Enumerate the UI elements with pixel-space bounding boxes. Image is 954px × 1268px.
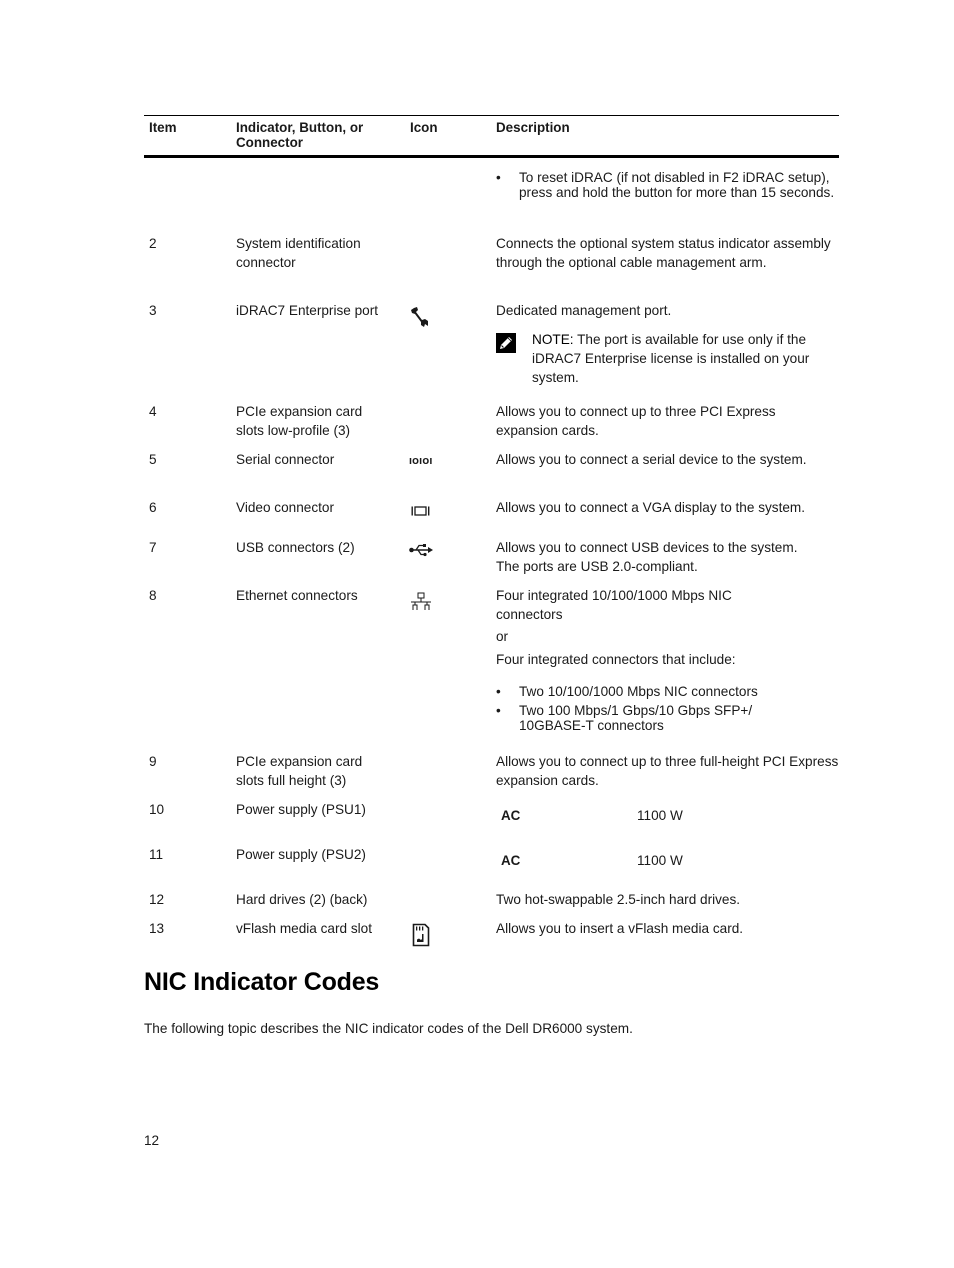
bullet-item: Two 100 Mbps/1 Gbps/10 Gbps SFP+/ 10GBAS… bbox=[496, 703, 769, 733]
row-description: Connects the optional system status indi… bbox=[496, 236, 831, 270]
sd-card-icon bbox=[412, 923, 430, 947]
document-page: Item Indicator, Button, or Connector Ico… bbox=[0, 0, 954, 1268]
row-item-number: 9 bbox=[149, 754, 157, 769]
usb-icon bbox=[409, 544, 433, 557]
section-body: The following topic describes the NIC in… bbox=[144, 1021, 633, 1036]
row-name: PCIe expansion card slots full height (3… bbox=[236, 754, 363, 788]
psu-wattage: 1100 W bbox=[637, 808, 683, 823]
row-item-number: 2 bbox=[149, 236, 157, 251]
row-description: Allows you to connect USB devices to the… bbox=[496, 538, 846, 576]
row-item-number: 8 bbox=[149, 588, 157, 603]
row-description: Dedicated management port. bbox=[496, 303, 672, 318]
serial-icon: IOIOI bbox=[409, 457, 433, 466]
page-number: 12 bbox=[144, 1133, 160, 1148]
row-name: Power supply (PSU1) bbox=[236, 802, 366, 817]
row-name: vFlash media card slot bbox=[236, 921, 372, 936]
row-name: USB connectors (2) bbox=[236, 540, 355, 555]
row-description-or: or bbox=[496, 629, 509, 644]
row-item-number: 5 bbox=[149, 452, 157, 467]
header-description: Description bbox=[496, 120, 570, 135]
row-item-number: 4 bbox=[149, 404, 157, 419]
row-description: Four integrated 10/100/1000 Mbps NIC con… bbox=[496, 588, 732, 622]
note-callout: NOTE: The port is available for use only… bbox=[496, 330, 841, 390]
wrench-icon bbox=[411, 307, 428, 327]
row-description: Four integrated connectors that include: bbox=[496, 652, 736, 667]
section-title: NIC Indicator Codes bbox=[144, 968, 380, 996]
note-label: NOTE: bbox=[532, 332, 574, 347]
row-name: Serial connector bbox=[236, 452, 335, 467]
row-item-number: 3 bbox=[149, 303, 157, 318]
header-icon: Icon bbox=[410, 120, 438, 135]
psu-wattage: 1100 W bbox=[637, 853, 683, 868]
note-body: The port is available for use only if th… bbox=[532, 332, 810, 385]
row-item-number: 6 bbox=[149, 500, 157, 515]
ethernet-icon bbox=[411, 592, 431, 610]
psu-type: AC bbox=[501, 808, 521, 823]
row-item-number: 12 bbox=[149, 892, 165, 907]
row-description: Allows you to connect a serial device to… bbox=[496, 452, 807, 467]
video-icon bbox=[411, 506, 430, 516]
row-name: Ethernet connectors bbox=[236, 588, 358, 603]
row-item-number: 13 bbox=[149, 921, 165, 936]
ethernet-bullets: Two 10/100/1000 Mbps NIC connectors Two … bbox=[496, 683, 841, 738]
pencil-note-icon bbox=[496, 333, 516, 353]
row-item-number: 7 bbox=[149, 540, 157, 555]
row-item-number: 10 bbox=[149, 802, 165, 817]
row-name: System identification connector bbox=[236, 236, 361, 270]
bullet-item: Two 10/100/1000 Mbps NIC connectors bbox=[496, 683, 841, 700]
row-description: Two hot-swappable 2.5-inch hard drives. bbox=[496, 892, 741, 907]
row-name: Hard drives (2) (back) bbox=[236, 892, 368, 907]
row-name: iDRAC7 Enterprise port bbox=[236, 303, 379, 318]
table-header-rule bbox=[144, 155, 839, 158]
header-indicator: Indicator, Button, or Connector bbox=[236, 120, 364, 150]
note-text: NOTE: The port is available for use only… bbox=[532, 330, 837, 387]
bullet-item: To reset iDRAC (if not disabled in F2 iD… bbox=[496, 170, 841, 200]
description-line: The ports are USB 2.0-compliant. bbox=[496, 559, 698, 574]
row-item-number: 11 bbox=[149, 847, 164, 862]
row-description: Allows you to connect a VGA display to t… bbox=[496, 500, 806, 515]
header-item: Item bbox=[149, 120, 177, 135]
row-description: Allows you to insert a vFlash media card… bbox=[496, 921, 744, 936]
continued-row-bullets: To reset iDRAC (if not disabled in F2 iD… bbox=[496, 170, 841, 205]
row-name: Video connector bbox=[236, 500, 334, 515]
row-description: Allows you to connect up to three PCI Ex… bbox=[496, 404, 776, 438]
row-description: Allows you to connect up to three full-h… bbox=[496, 754, 839, 788]
table-top-rule bbox=[144, 115, 839, 116]
row-name: PCIe expansion card slots low-profile (3… bbox=[236, 404, 363, 438]
psu-type: AC bbox=[501, 853, 521, 868]
row-name: Power supply (PSU2) bbox=[236, 847, 366, 862]
description-line: Allows you to connect USB devices to the… bbox=[496, 540, 798, 555]
